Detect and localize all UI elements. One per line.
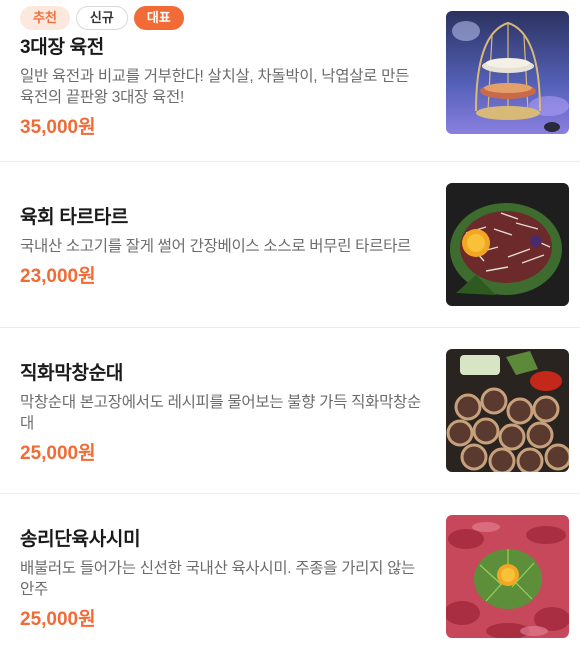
- menu-item-text: 추천 신규 대표 3대장 육전 일반 육전과 비교를 거부한다! 살치살, 차돌…: [20, 6, 426, 140]
- signature-badge: 대표: [133, 6, 184, 30]
- menu-item-text: 육회 타르타르 국내산 소고기를 잘게 썰어 간장베이스 소스로 버무린 타르타…: [20, 206, 426, 289]
- menu-item-description: 일반 육전과 비교를 거부한다! 살치살, 차돌박이, 낙엽살로 만든 육전의 …: [20, 68, 410, 106]
- recommended-badge: 추천: [20, 6, 70, 30]
- menu-item-price: 35,000원: [20, 117, 96, 138]
- menu-item-photo[interactable]: [446, 183, 569, 306]
- menu-item[interactable]: 송리단육사시미 배불러도 들어가는 신선한 국내산 육사시미. 주종을 가리지 …: [0, 494, 580, 646]
- menu-item-price: 25,000원: [20, 609, 96, 630]
- menu-item-photo[interactable]: [446, 11, 569, 134]
- menu-item-description: 막창순대 본고장에서도 레시피를 물어보는 불향 가득 직화막창순대: [20, 394, 421, 432]
- yuk-sashimi-photo: [446, 515, 569, 638]
- menu-list: 추천 신규 대표 3대장 육전 일반 육전과 비교를 거부한다! 살치살, 차돌…: [0, 0, 580, 646]
- menu-item-description: 배불러도 들어가는 신선한 국내산 육사시미. 주종을 가리지 않는 안주: [20, 560, 416, 598]
- new-badge: 신규: [75, 6, 128, 30]
- menu-item[interactable]: 직화막창순대 막창순대 본고장에서도 레시피를 물어보는 불향 가득 직화막창순…: [0, 328, 580, 494]
- menu-item-description: 국내산 소고기를 잘게 썰어 간장베이스 소스로 버무린 타르타르: [20, 238, 412, 255]
- menu-item-name: 직화막창순대: [20, 363, 124, 384]
- makchang-sundae-photo: [446, 349, 569, 472]
- menu-item-text: 송리단육사시미 배불러도 들어가는 신선한 국내산 육사시미. 주종을 가리지 …: [20, 528, 426, 632]
- menu-item-price: 25,000원: [20, 443, 96, 464]
- menu-item[interactable]: 추천 신규 대표 3대장 육전 일반 육전과 비교를 거부한다! 살치살, 차돌…: [0, 0, 580, 162]
- birdcage-yukjeon-photo: [446, 11, 569, 134]
- menu-item-price: 23,000원: [20, 266, 96, 287]
- yukhoe-tartare-photo: [446, 183, 569, 306]
- badge-group: 추천 신규 대표: [20, 6, 426, 30]
- menu-item[interactable]: 육회 타르타르 국내산 소고기를 잘게 썰어 간장베이스 소스로 버무린 타르타…: [0, 162, 580, 328]
- menu-item-photo[interactable]: [446, 515, 569, 638]
- menu-item-photo[interactable]: [446, 349, 569, 472]
- menu-item-text: 직화막창순대 막창순대 본고장에서도 레시피를 물어보는 불향 가득 직화막창순…: [20, 362, 426, 466]
- menu-item-name: 3대장 육전: [20, 37, 104, 58]
- menu-item-name: 송리단육사시미: [20, 529, 141, 550]
- menu-item-name: 육회 타르타르: [20, 207, 129, 228]
